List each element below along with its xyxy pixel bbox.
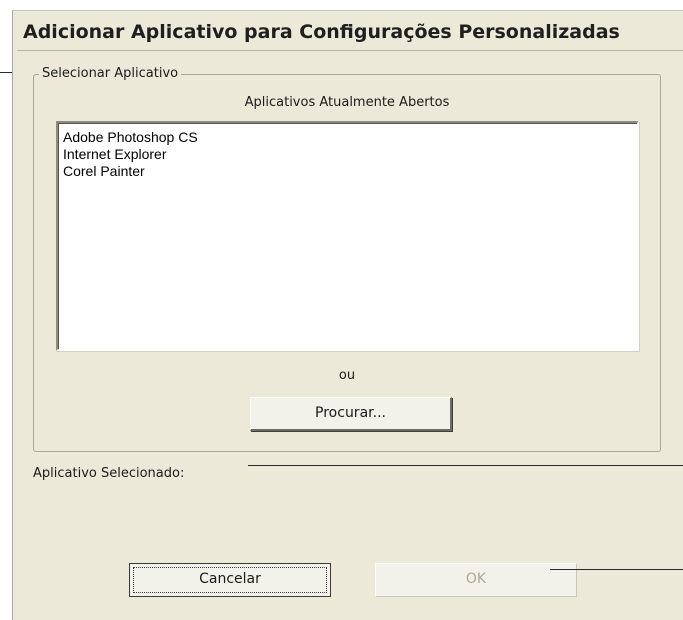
open-apps-listbox[interactable]: Adobe Photoshop CS Internet Explorer Cor… bbox=[56, 121, 639, 351]
browse-button[interactable]: Procurar... bbox=[250, 397, 452, 431]
dialog-title: Adicionar Aplicativo para Configurações … bbox=[23, 21, 620, 43]
selected-application-label: Aplicativo Selecionado: bbox=[33, 466, 185, 481]
group-legend: Selecionar Aplicativo bbox=[39, 66, 182, 81]
list-item[interactable]: Corel Painter bbox=[58, 163, 637, 180]
add-application-dialog: Adicionar Aplicativo para Configurações … bbox=[12, 10, 683, 620]
list-item[interactable]: Internet Explorer bbox=[58, 146, 637, 163]
select-application-group: Selecionar Aplicativo Aplicativos Atualm… bbox=[33, 66, 661, 452]
ok-button[interactable]: OK bbox=[375, 563, 577, 597]
callout-line-selected bbox=[248, 465, 683, 466]
callout-line-ok bbox=[550, 569, 683, 570]
title-divider bbox=[17, 50, 683, 51]
open-apps-caption: Aplicativos Atualmente Abertos bbox=[244, 95, 450, 110]
focus-ring bbox=[133, 567, 327, 593]
list-item[interactable]: Adobe Photoshop CS bbox=[58, 129, 637, 146]
ok-button-label: OK bbox=[465, 571, 487, 587]
or-separator-text: ou bbox=[338, 368, 356, 383]
cancel-button[interactable]: Cancelar bbox=[129, 563, 331, 597]
